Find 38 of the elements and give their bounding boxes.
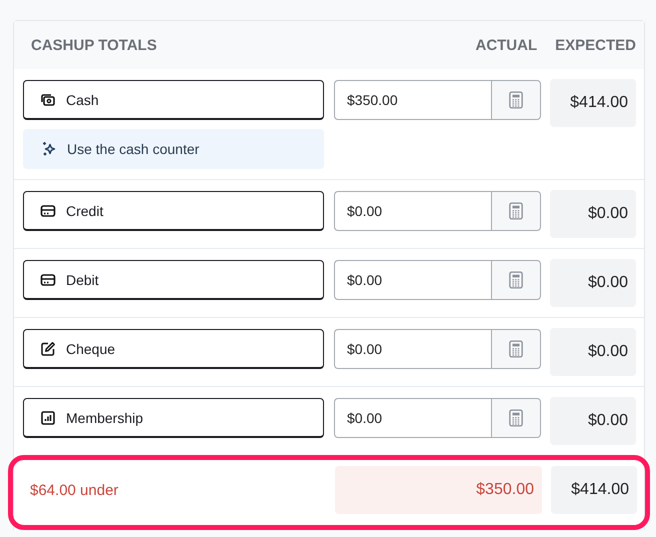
amount-field[interactable]: $0.00 xyxy=(334,398,491,438)
cash-icon xyxy=(40,92,56,108)
credit-card-icon xyxy=(40,202,56,218)
sparkles-icon xyxy=(41,141,57,157)
calculator-icon xyxy=(509,409,523,427)
calculator-icon xyxy=(509,271,523,289)
column-header: EXPECTED xyxy=(555,36,636,54)
payment-method-button[interactable]: Debit xyxy=(23,260,324,300)
calculator-icon xyxy=(509,91,523,109)
amount-field[interactable]: $0.00 xyxy=(334,329,491,369)
credit-card-icon xyxy=(40,272,56,288)
section-title: CASHUP TOTALS xyxy=(31,36,158,54)
payment-method-button[interactable]: Membership xyxy=(23,398,324,438)
difference-text: $64.00 under xyxy=(30,482,120,498)
expected-amount: $414.00 xyxy=(550,79,636,127)
edit-icon xyxy=(40,340,56,356)
calculator-button[interactable] xyxy=(491,80,541,120)
payment-method-button[interactable]: Cash xyxy=(23,80,324,120)
column-header: ACTUAL xyxy=(475,36,538,54)
calculator-button[interactable] xyxy=(491,398,541,438)
calculator-icon xyxy=(509,340,523,358)
calculator-button[interactable] xyxy=(491,260,541,300)
expected-amount: $0.00 xyxy=(550,259,636,307)
calculator-button[interactable] xyxy=(491,329,541,369)
expected-amount: $0.00 xyxy=(550,397,636,445)
calculator-icon xyxy=(509,202,523,220)
amount-field[interactable]: $350.00 xyxy=(334,80,491,120)
bar-chart-icon xyxy=(40,410,56,426)
payment-method-button[interactable]: Cheque xyxy=(23,329,324,369)
expected-amount: $0.00 xyxy=(550,190,636,238)
expected-amount: $0.00 xyxy=(550,328,636,376)
amount-field[interactable]: $0.00 xyxy=(334,191,491,231)
payment-method-button[interactable]: Credit xyxy=(23,191,324,231)
actual-total: $350.00 xyxy=(335,466,542,514)
calculator-button[interactable] xyxy=(491,191,541,231)
cash-counter-button[interactable]: Use the cash counter xyxy=(23,129,324,169)
amount-field[interactable]: $0.00 xyxy=(334,260,491,300)
expected-total: $414.00 xyxy=(551,466,637,514)
